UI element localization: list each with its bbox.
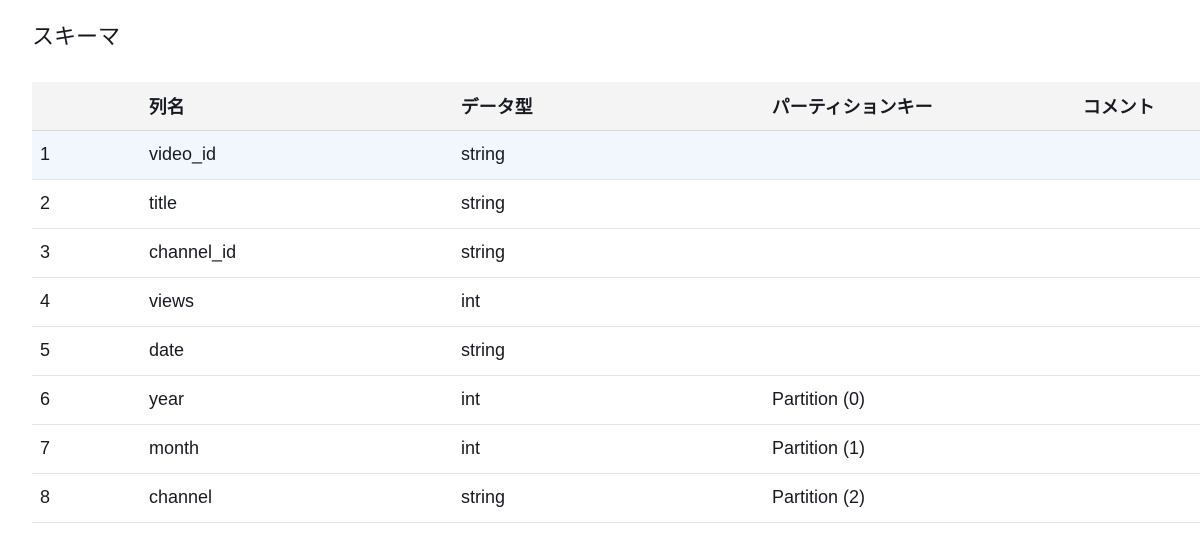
table-row[interactable]: 8 channel string Partition (2) [32, 473, 1200, 523]
cell-name: video_id [149, 130, 461, 180]
cell-name: date [149, 326, 461, 376]
cell-name: title [149, 179, 461, 229]
cell-comment [1083, 228, 1200, 278]
cell-partition [772, 326, 1083, 376]
cell-index: 3 [32, 228, 149, 278]
cell-type: string [461, 473, 772, 523]
cell-index: 2 [32, 179, 149, 229]
cell-type: int [461, 375, 772, 425]
cell-partition [772, 130, 1083, 180]
cell-name: channel_id [149, 228, 461, 278]
cell-partition [772, 179, 1083, 229]
cell-index: 7 [32, 424, 149, 474]
cell-comment [1083, 326, 1200, 376]
cell-index: 5 [32, 326, 149, 376]
cell-partition: Partition (2) [772, 473, 1083, 523]
cell-partition: Partition (1) [772, 424, 1083, 474]
cell-partition: Partition (0) [772, 375, 1083, 425]
table-row[interactable]: 6 year int Partition (0) [32, 375, 1200, 425]
cell-name: year [149, 375, 461, 425]
cell-index: 1 [32, 130, 149, 180]
cell-partition [772, 228, 1083, 278]
cell-name: views [149, 277, 461, 327]
cell-type: string [461, 326, 772, 376]
table-header-row: 列名 データ型 パーティションキー コメント [32, 82, 1200, 131]
column-header-index [32, 82, 149, 131]
table-row[interactable]: 3 channel_id string [32, 228, 1200, 278]
cell-comment [1083, 473, 1200, 523]
column-header-type[interactable]: データ型 [461, 82, 772, 131]
cell-comment [1083, 179, 1200, 229]
table-row[interactable]: 2 title string [32, 179, 1200, 229]
cell-comment [1083, 277, 1200, 327]
cell-index: 8 [32, 473, 149, 523]
cell-name: channel [149, 473, 461, 523]
cell-type: int [461, 277, 772, 327]
schema-table: 列名 データ型 パーティションキー コメント 1 video_id string… [32, 82, 1200, 523]
cell-comment [1083, 424, 1200, 474]
cell-type: string [461, 130, 772, 180]
cell-comment [1083, 130, 1200, 180]
cell-index: 6 [32, 375, 149, 425]
cell-type: string [461, 179, 772, 229]
cell-index: 4 [32, 277, 149, 327]
table-row[interactable]: 1 video_id string [32, 130, 1200, 180]
cell-type: string [461, 228, 772, 278]
column-header-partition[interactable]: パーティションキー [772, 82, 1083, 131]
table-row[interactable]: 4 views int [32, 277, 1200, 327]
table-row[interactable]: 7 month int Partition (1) [32, 424, 1200, 474]
cell-comment [1083, 375, 1200, 425]
table-row[interactable]: 5 date string [32, 326, 1200, 376]
cell-type: int [461, 424, 772, 474]
column-header-name[interactable]: 列名 [149, 82, 461, 131]
cell-partition [772, 277, 1083, 327]
section-title: スキーマ [32, 24, 121, 49]
cell-name: month [149, 424, 461, 474]
column-header-comment[interactable]: コメント [1083, 82, 1200, 131]
